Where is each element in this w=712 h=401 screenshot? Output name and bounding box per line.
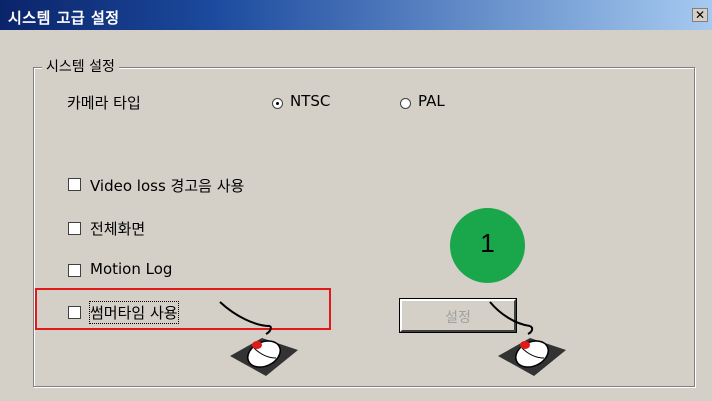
checkbox-video-loss-box[interactable] bbox=[68, 178, 81, 191]
camera-type-label: 카메라 타입 bbox=[67, 94, 141, 112]
radio-ntsc-button[interactable] bbox=[272, 98, 283, 109]
close-button[interactable]: ✕ bbox=[692, 8, 708, 22]
mouse-click-icon bbox=[489, 301, 566, 376]
close-icon: ✕ bbox=[694, 8, 706, 22]
step-number-badge: 1 bbox=[450, 208, 525, 283]
checkbox-fullscreen-label[interactable]: 전체화면 bbox=[90, 218, 145, 239]
radio-ntsc-label[interactable]: NTSC bbox=[290, 92, 330, 110]
step-number: 1 bbox=[480, 228, 495, 258]
checkbox-video-loss-label[interactable]: Video loss 경고음 사용 bbox=[90, 175, 244, 196]
checkbox-motion-log-label[interactable]: Motion Log bbox=[90, 260, 172, 278]
window-title: 시스템 고급 설정 bbox=[8, 9, 120, 27]
radio-pal-button[interactable] bbox=[400, 98, 411, 109]
mouse-click-icon bbox=[219, 301, 298, 376]
checkbox-fullscreen-box[interactable] bbox=[68, 222, 81, 235]
advanced-settings-dialog: 시스템 고급 설정 ✕ 시스템 설정 카메라 타입 NTSC PAL Video… bbox=[0, 0, 712, 401]
title-bar[interactable]: 시스템 고급 설정 ✕ bbox=[0, 0, 712, 30]
group-label: 시스템 설정 bbox=[42, 56, 119, 76]
checkbox-motion-log-box[interactable] bbox=[68, 264, 81, 277]
radio-pal-label[interactable]: PAL bbox=[418, 92, 445, 110]
